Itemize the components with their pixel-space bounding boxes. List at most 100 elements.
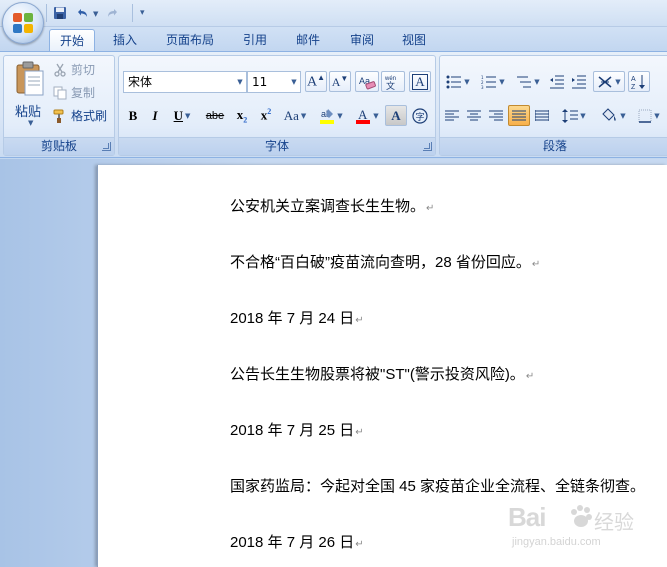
scissors-icon bbox=[54, 63, 66, 77]
paragraph-mark-icon: ↵ bbox=[355, 427, 364, 438]
cut-label: 剪切 bbox=[71, 63, 96, 77]
distributed-button[interactable] bbox=[532, 105, 552, 126]
decrease-indent-button[interactable] bbox=[547, 71, 567, 92]
line-spacing-button[interactable]: ▼ bbox=[558, 105, 590, 126]
svg-text:Z: Z bbox=[631, 84, 636, 90]
justify-button[interactable] bbox=[508, 105, 530, 126]
chevron-down-icon[interactable]: ▼ bbox=[287, 72, 300, 92]
grow-font-button[interactable]: A▲ bbox=[305, 71, 327, 92]
grow-font-icon: A▲ bbox=[306, 72, 326, 90]
italic-button[interactable]: I bbox=[145, 105, 165, 126]
bullets-button[interactable]: ▼ bbox=[442, 71, 474, 92]
redo-icon[interactable] bbox=[104, 4, 122, 22]
format-painter-button[interactable]: 格式刷 bbox=[52, 105, 114, 126]
paragraph[interactable]: 2018 年 7 月 24 日↵ bbox=[230, 307, 364, 328]
line-spacing-icon bbox=[562, 108, 579, 123]
change-case-icon: Aa bbox=[283, 107, 299, 123]
paragraph[interactable]: 国家药监局：今起对全国 45 家疫苗企业全流程、全链条彻查。 bbox=[230, 475, 645, 496]
save-icon[interactable] bbox=[51, 4, 69, 22]
underline-button[interactable]: U ▼ bbox=[167, 105, 197, 126]
chevron-down-icon[interactable]: ▼ bbox=[534, 78, 539, 86]
font-name-value: 宋体 bbox=[128, 75, 153, 89]
asian-layout-button[interactable]: ▼ bbox=[593, 71, 625, 92]
copy-button[interactable]: 复制 bbox=[52, 82, 112, 103]
chevron-down-icon[interactable]: ▼ bbox=[301, 112, 306, 120]
align-center-button[interactable] bbox=[464, 105, 484, 126]
multilevel-list-button[interactable]: ▼ bbox=[512, 71, 544, 92]
font-size-combobox[interactable]: 11 ▼ bbox=[247, 71, 301, 93]
paragraph-mark-icon: ↵ bbox=[531, 259, 541, 270]
tab-mailings[interactable]: 邮件 bbox=[287, 29, 329, 52]
paragraph-mark-icon: ↵ bbox=[355, 315, 364, 326]
paragraph-group: ▼ 123 ▼ ▼ ▼ AZ ▼ ▼ ▼ 段落 bbox=[439, 55, 667, 156]
borders-button[interactable]: ▼ bbox=[632, 105, 666, 126]
clipboard-dialog-launcher-icon[interactable] bbox=[102, 142, 111, 151]
paragraph[interactable]: 不合格“百白破”疫苗流向查明，28 省份回应。↵ bbox=[230, 251, 540, 272]
chevron-down-icon[interactable]: ▼ bbox=[499, 78, 504, 86]
baidu-paw-icon bbox=[571, 505, 592, 527]
paragraph[interactable]: 公安机关立案调查长生生物。↵ bbox=[230, 195, 434, 216]
clear-formatting-button[interactable]: Aa bbox=[355, 71, 379, 92]
paragraph[interactable]: 公告长生生物股票将被"ST"(警示投资风险)。↵ bbox=[230, 363, 534, 384]
chevron-down-icon[interactable]: ▼ bbox=[233, 72, 246, 92]
svg-text:A: A bbox=[631, 76, 636, 83]
chevron-down-icon[interactable]: ▼ bbox=[620, 112, 625, 120]
phonetic-guide-button[interactable]: wén 文 bbox=[381, 71, 405, 92]
enclose-characters-button[interactable]: 字 bbox=[409, 105, 431, 126]
font-group-label: 字体 bbox=[119, 137, 435, 155]
font-color-button[interactable]: A ▼ bbox=[351, 105, 383, 126]
tab-references[interactable]: 引用 bbox=[234, 29, 276, 52]
multilevel-list-icon bbox=[517, 76, 532, 87]
align-right-button[interactable] bbox=[486, 105, 506, 126]
tab-view[interactable]: 视图 bbox=[393, 29, 435, 52]
bold-button[interactable]: B bbox=[123, 105, 143, 126]
subscript-button[interactable]: x2 bbox=[231, 105, 253, 126]
superscript-button[interactable]: x2 bbox=[255, 105, 277, 126]
tab-insert[interactable]: 插入 bbox=[104, 29, 146, 52]
chevron-down-icon[interactable]: ▼ bbox=[654, 112, 659, 120]
increase-indent-button[interactable] bbox=[569, 71, 589, 92]
bold-icon: B bbox=[128, 107, 138, 123]
chevron-down-icon[interactable]: ▼ bbox=[373, 112, 378, 120]
decrease-indent-icon bbox=[550, 75, 564, 88]
strikethrough-button[interactable]: abe bbox=[201, 105, 229, 126]
sort-button[interactable]: AZ bbox=[628, 71, 650, 92]
character-shading-button[interactable]: A bbox=[385, 105, 407, 126]
superscript-icon: x2 bbox=[260, 107, 272, 123]
customize-qat-icon[interactable]: ▾ bbox=[140, 8, 145, 18]
chevron-down-icon[interactable]: ▼ bbox=[580, 112, 585, 120]
character-border-icon: A bbox=[412, 73, 428, 90]
shading-button[interactable]: ▼ bbox=[596, 105, 630, 126]
chevron-down-icon[interactable]: ▼ bbox=[615, 78, 620, 86]
chevron-down-icon[interactable]: ▼ bbox=[185, 112, 190, 120]
align-left-button[interactable] bbox=[442, 105, 462, 126]
undo-dropdown-icon[interactable]: ▼ bbox=[93, 10, 98, 18]
watermark-url: jingyan.baidu.com bbox=[512, 536, 601, 548]
office-button[interactable] bbox=[2, 2, 44, 44]
paragraph[interactable]: 2018 年 7 月 26 日↵ bbox=[230, 531, 364, 552]
font-name-combobox[interactable]: 宋体 ▼ bbox=[123, 71, 247, 93]
chevron-down-icon[interactable]: ▼ bbox=[464, 78, 469, 86]
enclose-characters-icon: 字 bbox=[412, 107, 428, 124]
character-border-button[interactable]: A bbox=[409, 71, 431, 92]
tab-review[interactable]: 审阅 bbox=[341, 29, 383, 52]
numbering-button[interactable]: 123 ▼ bbox=[477, 71, 509, 92]
shrink-font-button[interactable]: A▼ bbox=[329, 71, 351, 92]
italic-icon: I bbox=[152, 107, 158, 123]
highlight-color-button[interactable]: ab ▼ bbox=[314, 105, 348, 126]
tab-page-layout[interactable]: 页面布局 bbox=[158, 29, 222, 52]
undo-icon[interactable] bbox=[73, 4, 91, 22]
tab-home[interactable]: 开始 bbox=[49, 29, 95, 52]
font-dialog-launcher-icon[interactable] bbox=[423, 142, 432, 151]
increase-indent-icon bbox=[572, 75, 586, 88]
chevron-down-icon[interactable]: ▼ bbox=[337, 112, 342, 120]
cut-button[interactable]: 剪切 bbox=[52, 59, 112, 80]
paragraph[interactable]: 2018 年 7 月 25 日↵ bbox=[230, 419, 364, 440]
change-case-button[interactable]: Aa ▼ bbox=[279, 105, 311, 126]
shrink-font-icon: A▼ bbox=[331, 73, 349, 89]
font-color-icon: A bbox=[356, 107, 371, 124]
baidu-jingyan-watermark: Bai 经验 jingyan.baidu.com bbox=[508, 500, 658, 560]
paste-button[interactable]: 粘贴 ▼ bbox=[8, 59, 50, 131]
paragraph-mark-icon: ↵ bbox=[426, 203, 435, 214]
font-size-value: 11 bbox=[252, 75, 268, 89]
